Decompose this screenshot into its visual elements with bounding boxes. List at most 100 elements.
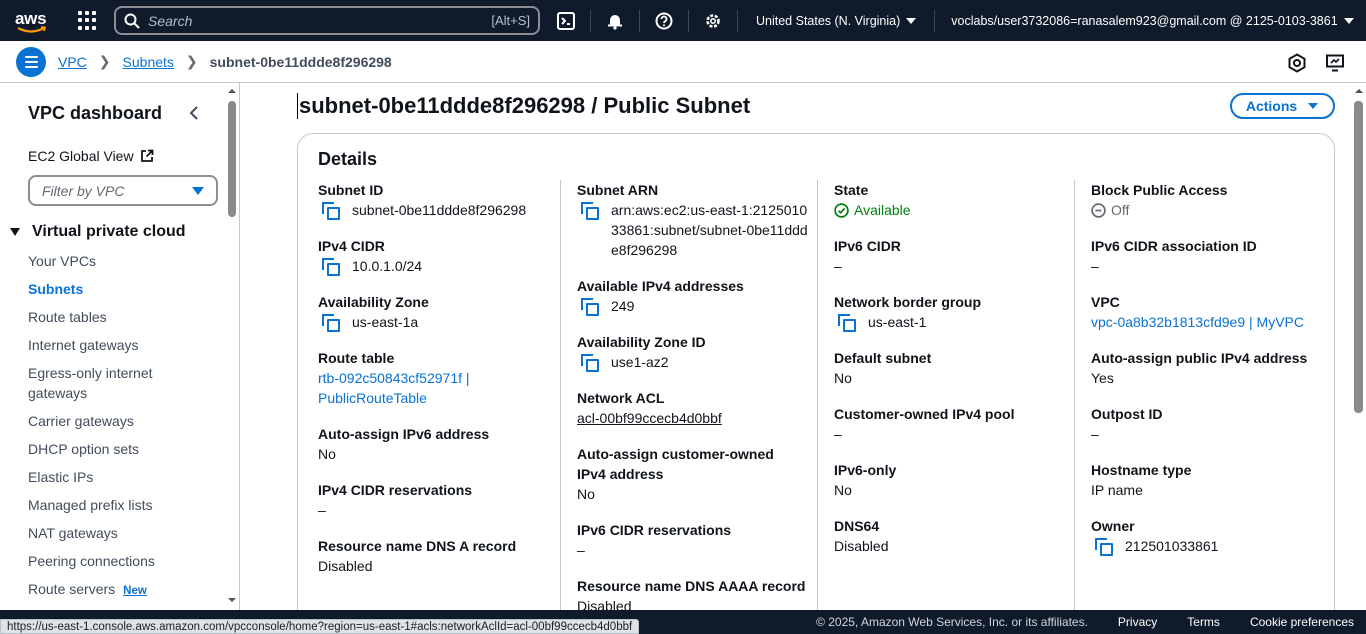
sidebar-item-egress-only-internet-gateways[interactable]: Egress-only internet gateways (28, 363, 168, 403)
new-badge: New (123, 585, 147, 597)
breadcrumb: VPC ❯ Subnets ❯ subnet-0be11ddde8f296298 (58, 53, 392, 70)
close-sidebar-icon[interactable] (188, 105, 200, 124)
help-icon[interactable] (654, 11, 674, 31)
status-badge: Off (1091, 200, 1331, 220)
sidebar-item-peering-connections[interactable]: Peering connections (28, 551, 228, 571)
side-nav-toggle-button[interactable] (16, 46, 46, 77)
search-shortcut: [Alt+S] (491, 13, 530, 28)
field-ipv4-cidr-reservations: IPv4 CIDR reservations – (318, 482, 473, 518)
copy-icon[interactable] (581, 298, 599, 316)
sidebar-scroll-thumb[interactable] (228, 101, 236, 217)
field-default-subnet: Default subnet No (834, 350, 932, 386)
terms-link[interactable]: Terms (1187, 615, 1220, 629)
field-available-ipv4: Available IPv4 addresses 249 (577, 278, 744, 316)
copy-icon[interactable] (322, 202, 340, 220)
aws-logo[interactable]: aws (14, 6, 52, 36)
breadcrumb-vpc[interactable]: VPC (58, 54, 87, 70)
field-dns-aaaa-record: Resource name DNS AAAA record Disabled (577, 578, 806, 610)
privacy-link[interactable]: Privacy (1118, 615, 1157, 629)
nav-divider (590, 9, 591, 32)
sidebar-list: Your VPCs Subnets Route tables Internet … (28, 251, 228, 609)
field-availability-zone: Availability Zone us-east-1a (318, 294, 429, 332)
sidebar-item-dhcp-option-sets[interactable]: DHCP option sets (28, 439, 228, 459)
route-table-link[interactable]: rtb-092c50843cf52971f | PublicRouteTable (318, 368, 508, 408)
sidebar-item-route-tables[interactable]: Route tables (28, 307, 228, 327)
sidebar-item-nat-gateways[interactable]: NAT gateways (28, 523, 228, 543)
cloudshell-icon[interactable] (556, 11, 576, 31)
field-auto-assign-ipv6: Auto-assign IPv6 address No (318, 426, 490, 462)
sidebar-item-subnets[interactable]: Subnets (28, 279, 228, 299)
chevron-right-icon: ❯ (185, 53, 198, 69)
field-customer-owned-pool: Customer-owned IPv4 pool – (834, 406, 1015, 442)
copy-icon[interactable] (581, 354, 599, 372)
field-subnet-id: Subnet ID subnet-0be11ddde8f296298 (318, 182, 527, 220)
chevron-down-icon (1343, 17, 1354, 24)
copy-icon[interactable] (322, 258, 340, 276)
field-ipv6-cidr: IPv6 CIDR – (834, 238, 901, 274)
region-selector[interactable]: United States (N. Virginia) (756, 14, 917, 28)
sidebar-item-managed-prefix-lists[interactable]: Managed prefix lists (28, 495, 228, 515)
nav-divider (688, 9, 689, 32)
details-column-3: State Available IPv6 CIDR – Network bord… (817, 180, 1074, 610)
sidebar-scrollbar[interactable] (226, 83, 238, 610)
nav-divider (934, 9, 936, 32)
scroll-down-icon (228, 598, 236, 602)
field-block-public-access: Block Public Access Off (1091, 180, 1331, 220)
main-content: subnet-0be11ddde8f296298 / Public Subnet… (241, 83, 1351, 610)
cookie-preferences-link[interactable]: Cookie preferences (1250, 615, 1354, 629)
chevron-right-icon: ❯ (98, 53, 111, 69)
network-acl-link[interactable]: acl-00bf99ccecb4d0bbf (577, 408, 817, 428)
details-title: Details (318, 149, 378, 169)
actions-button[interactable]: Actions (1230, 93, 1335, 119)
main-scroll-thumb[interactable] (1354, 101, 1363, 413)
field-ipv4-cidr: IPv4 CIDR 10.0.1.0/24 (318, 238, 423, 276)
details-column-1: Subnet ID subnet-0be11ddde8f296298 IPv4 … (298, 180, 555, 610)
hexagon-icon[interactable] (1287, 53, 1307, 76)
vpc-filter-select[interactable]: Filter by VPC (28, 175, 218, 206)
field-dns-a-record: Resource name DNS A record Disabled (318, 538, 517, 574)
copy-icon[interactable] (322, 314, 340, 332)
present-icon[interactable] (1325, 53, 1345, 76)
field-ipv6-association-id: IPv6 CIDR association ID – (1091, 238, 1257, 274)
field-ipv6-only: IPv6-only No (834, 462, 897, 498)
scroll-up-icon (228, 89, 236, 93)
breadcrumb-subnets[interactable]: Subnets (123, 54, 174, 70)
field-owner: Owner 212501033861 (1091, 518, 1219, 556)
copy-icon[interactable] (581, 202, 599, 220)
main-scrollbar[interactable] (1352, 83, 1366, 610)
search-input[interactable]: Search (148, 13, 491, 29)
sidebar-item-elastic-ips[interactable]: Elastic IPs (28, 467, 228, 487)
aws-smile-icon (17, 25, 47, 33)
chevron-down-icon (906, 17, 917, 24)
sidebar-item-route-servers[interactable]: Route servers New (28, 579, 228, 601)
external-link-icon (140, 149, 153, 162)
bell-icon[interactable] (605, 11, 625, 31)
breadcrumb-current: subnet-0be11ddde8f296298 (209, 53, 392, 70)
field-az-id: Availability Zone ID use1-az2 (577, 334, 706, 372)
field-dns64: DNS64 Disabled (834, 518, 889, 554)
minus-circle-icon (1091, 202, 1106, 218)
copyright-text: © 2025, Amazon Web Services, Inc. or its… (816, 615, 1088, 629)
vpc-link[interactable]: vpc-0a8b32b1813cfd9e9 | MyVPC (1091, 312, 1331, 332)
copy-icon[interactable] (1095, 538, 1113, 556)
sidebar-item-your-vpcs[interactable]: Your VPCs (28, 251, 228, 271)
caret-down-icon (10, 228, 20, 236)
sidebar-item-ec2-global-view[interactable]: EC2 Global View (28, 148, 154, 164)
services-grid-icon[interactable] (78, 10, 98, 31)
details-panel: Details Subnet ID subnet-0be11ddde8f2962… (297, 133, 1335, 610)
sidebar-item-carrier-gateways[interactable]: Carrier gateways (28, 411, 228, 431)
account-menu[interactable]: voclabs/user3732086=ranasalem923@gmail.c… (951, 14, 1354, 28)
sidebar-item-internet-gateways[interactable]: Internet gateways (28, 335, 228, 355)
sidebar-title[interactable]: VPC dashboard (28, 103, 162, 124)
gear-icon[interactable] (703, 11, 723, 31)
field-auto-assign-customer-owned: Auto-assign customer-owned IPv4 address … (577, 446, 774, 502)
search-icon (124, 13, 140, 29)
nav-divider (639, 9, 640, 32)
field-ipv6-cidr-reservations: IPv6 CIDR reservations – (577, 522, 732, 558)
sidebar-section-virtual-private-cloud[interactable]: Virtual private cloud (10, 223, 186, 241)
field-auto-assign-public-ipv4: Auto-assign public IPv4 address Yes (1091, 350, 1308, 386)
search-bar[interactable]: Search [Alt+S] (114, 6, 540, 35)
copy-icon[interactable] (838, 314, 856, 332)
details-column-4: Block Public Access Off IPv6 CIDR associ… (1074, 180, 1331, 610)
field-state: State Available (834, 180, 1074, 220)
